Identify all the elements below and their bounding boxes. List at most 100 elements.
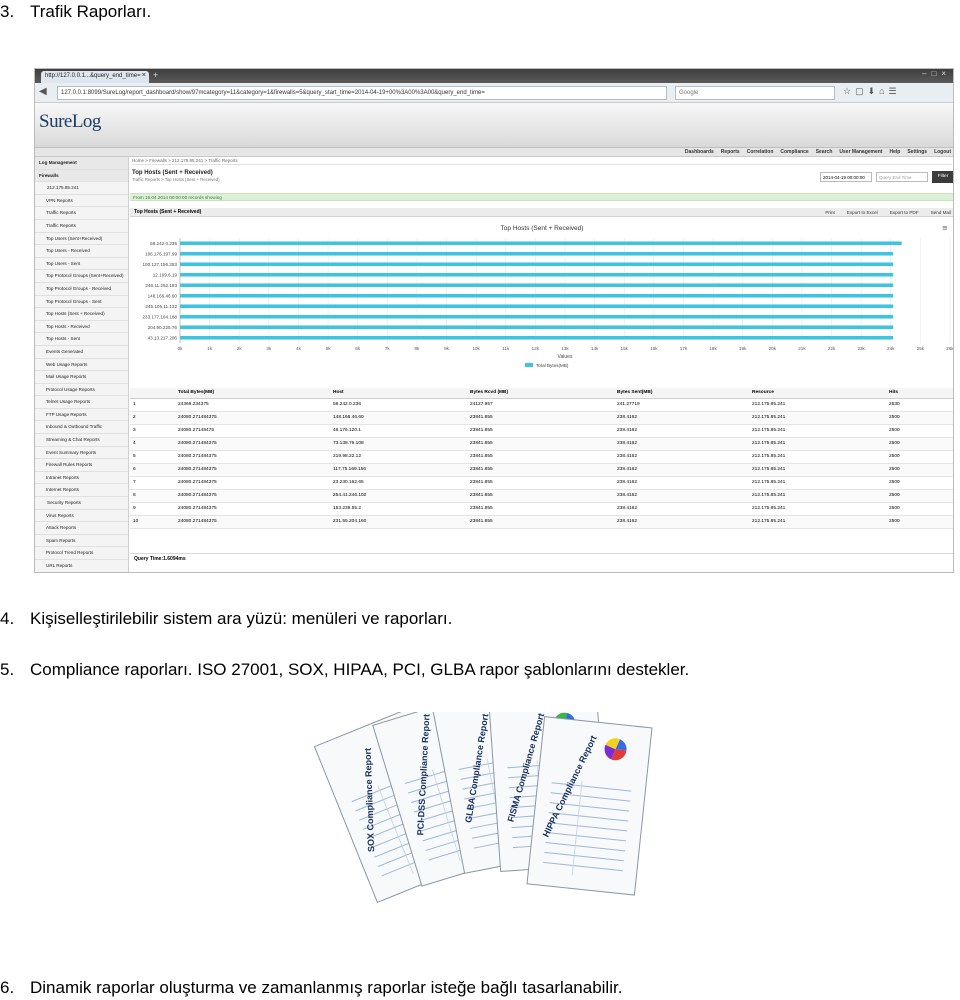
chart-bar[interactable] [180,325,894,330]
nav-item-correlation[interactable]: Correlation [747,149,774,155]
export-to-pdf-button[interactable]: Export to PDF [890,208,919,217]
nav-item-logout[interactable]: Logout [934,149,951,155]
category-label: 204.90.225.76 [148,325,178,330]
sidebar-item[interactable]: Security Reports [35,497,128,510]
column-header[interactable] [130,388,175,399]
sidebar-item[interactable]: Mail Usage Reports [35,371,128,384]
sidebar-item[interactable]: Firewall Rules Reports [35,459,128,472]
query-start-input[interactable]: 2014-04-19 00:00:00 [820,172,872,182]
table-cell: 6 [130,463,175,477]
close-icon[interactable]: × [142,72,146,79]
table-cell: 23841.855 [467,450,614,464]
sidebar-item[interactable]: Log Management [35,157,128,170]
export-to-excel-button[interactable]: Export to Excel [847,208,878,217]
chart-bar[interactable] [180,335,894,340]
x-tick-label: 15k [621,346,629,351]
sidebar-item[interactable]: Virus Reports [35,510,128,523]
chart-bar[interactable] [180,262,894,267]
filter-button[interactable]: Filter [932,171,953,183]
sidebar-item[interactable]: Intranet Reports [35,472,128,485]
column-header[interactable]: Bytes Sent(MB) [614,388,749,399]
sidebar-item[interactable]: 212.175.85.241 [35,182,128,195]
sidebar-item[interactable]: Events Generated [35,346,128,359]
sidebar-item[interactable]: Event Summary Reports [35,447,128,460]
menu-icon[interactable]: ≡ [942,224,948,232]
sidebar-item[interactable]: Top Hosts - Sent [35,333,128,346]
chart-bar[interactable] [180,304,894,309]
item-number: 6. [0,978,15,997]
chart-bar[interactable] [180,251,894,256]
back-icon[interactable]: ◀ [39,86,47,97]
browser-toolbar-icons[interactable]: ☆▢⬇⌂☰ [843,86,901,97]
sidebar-item[interactable]: Attack Reports [35,522,128,535]
chart-bar[interactable] [180,241,902,246]
sidebar-item[interactable]: Telnet Usage Reports [35,396,128,409]
sidebar-item[interactable]: Firewalls [35,169,128,183]
sidebar-item[interactable]: Internet Reports [35,484,128,498]
sidebar-item[interactable]: Top Hosts (Sent + Received) [35,308,128,321]
nav-item-reports[interactable]: Reports [721,149,740,155]
table-cell: 212.175.85.241 [749,463,886,477]
sidebar-item[interactable]: Top Protocol Groups - Sent [35,296,128,309]
x-tick-label: 7k [385,346,391,351]
browser-tab[interactable]: http://127.0.0.1...&query_end_time= × [41,71,149,83]
table-cell: 23841.855 [467,515,614,529]
doc-item-4: 4. Kişiselleştirilebilir sistem ara yüzü:… [0,609,452,629]
query-end-input[interactable]: Query End Time [876,172,928,182]
table-row: 3 24080.27148475 46.176.120.1 23841.855 238.… [130,424,953,438]
sidebar-item[interactable]: Top Protocol Groups (Sent+Received) [35,270,128,283]
nav-item-compliance[interactable]: Compliance [780,149,808,155]
sidebar-item[interactable]: URL Reports [35,560,128,572]
table-cell: 212.175.85.241 [749,424,886,438]
nav-item-help[interactable]: Help [889,149,900,155]
table-cell: 219.98.22.12 [330,450,467,464]
sidebar-item[interactable]: Top Hosts - Received [35,321,128,334]
sidebar-item[interactable]: Web Usage Reports [35,359,128,372]
sidebar-item[interactable]: Inbound & Outbound Traffic [35,421,128,435]
table-cell: 2500 [886,424,953,438]
sidebar-item[interactable]: Traffic Reports [35,220,128,233]
sidebar-item[interactable]: Protocol Usage Reports [35,384,128,397]
table-cell: 3 [130,424,175,438]
chart-bar[interactable] [180,272,894,277]
nav-item-settings[interactable]: Settings [907,149,927,155]
table-row: 8 24080.271484375 254.41.246.102 23841.855 2… [130,489,953,503]
new-tab-icon[interactable]: + [153,70,158,80]
panel-header: Top Hosts (Sent + Received) Print Export … [130,208,953,217]
chart-bar[interactable] [180,283,894,288]
print-button[interactable]: Print [825,208,834,217]
x-axis-label: Values [558,354,573,360]
browser-search-input[interactable]: Google [675,86,835,100]
nav-item-search[interactable]: Search [816,149,833,155]
category-label: 245.105.11.132 [145,304,177,309]
legend-label[interactable]: Total Bytes(MB) [536,363,569,368]
column-header[interactable]: Total Bytes(MB) [175,388,330,399]
table-cell: 24080.271484375 [175,515,330,529]
chart-bar[interactable] [180,293,894,298]
panel-title: Top Hosts (Sent + Received) [134,209,202,215]
column-header[interactable]: Bytes Rcvd (MB) [467,388,614,399]
column-header[interactable]: Host [330,388,467,399]
sidebar-item[interactable]: Traffic Reports [35,207,128,220]
table-cell: 2530 [886,398,953,412]
sidebar-item[interactable]: Protocol Trend Reports [35,547,128,560]
nav-item-dashboards[interactable]: Dashboards [685,149,714,155]
sidebar-item[interactable]: Streaming & Chat Reports [35,434,128,447]
sidebar-item[interactable]: Top Users (Sent+Received) [35,233,128,246]
sidebar-item[interactable]: Top Users - Sent [35,258,128,271]
column-header[interactable]: Hits [886,388,953,399]
nav-item-user-management[interactable]: User Management [839,149,882,155]
url-input[interactable]: 127.0.0.1:8099/SureLog/report_dashboard/… [57,86,667,100]
sidebar-item[interactable]: Top Users - Received [35,245,128,258]
column-header[interactable]: Resource [749,388,886,399]
send-mail-button[interactable]: Send Mail [931,208,951,217]
window-controls[interactable]: –□× [922,69,951,78]
sidebar-item[interactable]: VPN Reports [35,195,128,208]
chart-bar[interactable] [180,314,894,319]
table-cell: 23841.855 [467,424,614,438]
sidebar-item[interactable]: FTP Usage Reports [35,409,128,422]
sidebar-item[interactable]: Top Protocol Groups - Received [35,283,128,296]
x-tick-label: 16k [650,346,658,351]
table-cell: 2500 [886,515,953,529]
sidebar-item[interactable]: Spam Reports [35,535,128,548]
